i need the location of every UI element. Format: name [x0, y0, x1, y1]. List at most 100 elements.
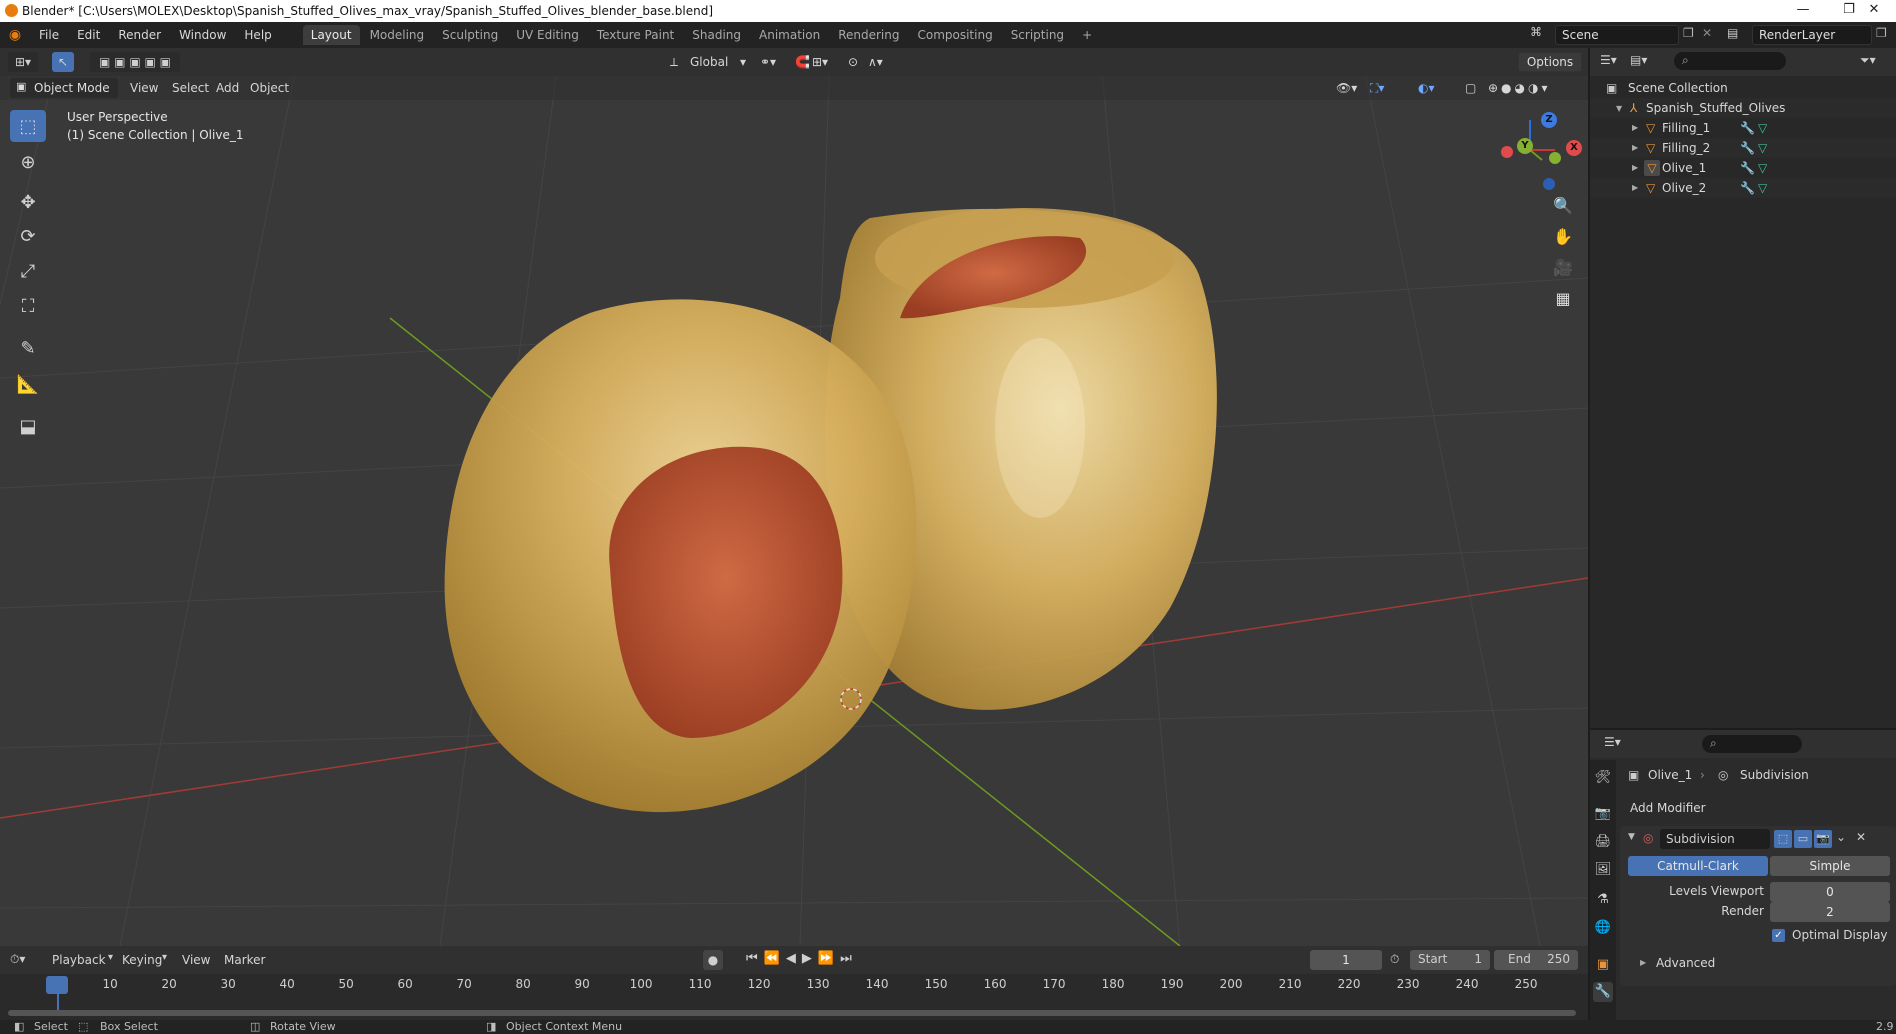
gizmo-neg-z[interactable] — [1543, 178, 1555, 190]
expand-icon[interactable]: ▶ — [1632, 178, 1638, 198]
measure-tool-icon[interactable]: 📐 — [10, 368, 46, 400]
levels-viewport-field[interactable]: 0 — [1770, 882, 1890, 902]
options-dropdown[interactable]: Options — [1518, 52, 1582, 72]
overlay-toggle-icon[interactable]: ◐▾ — [1418, 78, 1435, 98]
rotate-tool-icon[interactable]: ⟳ — [10, 220, 46, 252]
outliner-item-olive-2[interactable]: ▶ ▽ Olive_2 🔧 ▽ — [1590, 178, 1896, 198]
menu-add[interactable]: Add — [216, 78, 239, 98]
viewport-toggle-icon[interactable]: ▭ — [1794, 830, 1812, 848]
menu-select[interactable]: Select — [172, 78, 209, 98]
render-tab-icon[interactable]: 📷 — [1593, 804, 1613, 824]
start-frame-field[interactable]: Start 1 — [1410, 950, 1490, 970]
3d-viewport[interactable] — [0, 48, 1588, 946]
end-frame-field[interactable]: End 250 — [1494, 950, 1578, 970]
tool-tab-icon[interactable]: 🛠 — [1593, 768, 1613, 788]
gizmo-y-axis[interactable]: Y — [1517, 138, 1533, 154]
chevron-down-icon[interactable]: ⌄ — [1836, 830, 1846, 844]
collapse-modifier-icon[interactable]: ▼ — [1628, 832, 1635, 842]
snap-icon[interactable]: 🧲 — [795, 52, 810, 72]
delete-scene-icon[interactable]: ✕ — [1702, 26, 1712, 40]
pan-hand-icon[interactable]: ✋ — [1549, 223, 1577, 251]
properties-editor-icon[interactable]: ☰▾ — [1604, 735, 1621, 749]
render-layer-selector[interactable]: RenderLayer — [1752, 25, 1872, 45]
cursor-tool-icon[interactable]: ⊕ — [10, 146, 46, 178]
view-layer-tab-icon[interactable]: 🖼 — [1593, 860, 1613, 880]
tab-layout[interactable]: Layout — [302, 25, 360, 45]
record-keyframe-icon[interactable]: ● — [703, 950, 723, 970]
expand-icon[interactable]: ▶ — [1632, 118, 1638, 138]
timeline-editor-icon[interactable]: ⏱▾ — [10, 952, 25, 967]
select-mode-icon[interactable]: ↖ — [52, 52, 74, 72]
properties-search-input[interactable] — [1702, 735, 1802, 753]
tab-texture-paint[interactable]: Texture Paint — [589, 25, 682, 45]
outliner-item-filling-2[interactable]: ▶ ▽ Filling_2 🔧 ▽ — [1590, 138, 1896, 158]
mesh-data-icon[interactable]: ▽ — [1758, 158, 1767, 178]
outliner-editor-icon[interactable]: ☰▾ — [1600, 53, 1617, 67]
playhead[interactable] — [46, 976, 68, 994]
gizmo-toggle-icon[interactable]: ⛶▾ — [1370, 78, 1384, 98]
xray-toggle-icon[interactable]: ▢ — [1465, 78, 1476, 98]
transform-orientation-dropdown[interactable]: Global — [690, 52, 728, 72]
collapse-icon[interactable]: ▼ — [1616, 99, 1622, 119]
display-mode-icon[interactable]: ▤▾ — [1630, 53, 1647, 67]
menu-view[interactable]: View — [130, 78, 158, 98]
selection-modes-icon[interactable]: ▣ ▣ ▣ ▣ ▣ — [90, 52, 180, 72]
gizmo-x-axis[interactable]: X — [1566, 140, 1582, 156]
object-tab-icon[interactable]: ▣ — [1593, 955, 1613, 975]
blender-menu-icon[interactable]: ◉ — [0, 27, 30, 43]
new-scene-icon[interactable]: ❐ — [1683, 26, 1694, 40]
current-frame-field[interactable]: 1 — [1310, 950, 1382, 970]
menu-object[interactable]: Object — [250, 78, 289, 98]
optimal-display-checkbox[interactable]: ✓ — [1772, 929, 1785, 942]
scene-tab-icon[interactable]: ⚗ — [1593, 890, 1613, 910]
menu-marker[interactable]: Marker — [224, 950, 265, 970]
output-tab-icon[interactable]: 🖨 — [1593, 832, 1613, 852]
mesh-data-icon[interactable]: ▽ — [1758, 138, 1767, 158]
modifier-wrench-icon[interactable]: 🔧 — [1740, 138, 1755, 158]
menu-help[interactable]: Help — [235, 22, 280, 48]
proportional-edit-icon[interactable]: ⊙ — [848, 52, 858, 72]
menu-render[interactable]: Render — [109, 22, 170, 48]
shading-modes-icon[interactable]: ⊕●◕◑▾ — [1488, 78, 1551, 98]
move-tool-icon[interactable]: ✥ — [10, 186, 46, 218]
menu-window[interactable]: Window — [170, 22, 235, 48]
add-workspace-button[interactable]: + — [1074, 25, 1100, 45]
editmode-toggle-icon[interactable]: ⬚ — [1774, 830, 1792, 848]
outliner-item-olive-1[interactable]: ▶ ▽ Olive_1 🔧 ▽ — [1590, 158, 1896, 178]
render-levels-field[interactable]: 2 — [1770, 902, 1890, 922]
expand-icon[interactable]: ▶ — [1632, 138, 1638, 158]
visibility-icon[interactable]: 👁▾ — [1336, 78, 1357, 98]
select-box-tool-icon[interactable]: ⬚ — [10, 110, 46, 142]
camera-view-icon[interactable]: 🎥 — [1549, 254, 1577, 282]
menu-keying[interactable]: Keying — [122, 950, 162, 970]
gizmo-neg-x[interactable] — [1501, 146, 1513, 158]
modifier-wrench-icon[interactable]: 🔧 — [1740, 158, 1755, 178]
outliner-item-filling-1[interactable]: ▶ ▽ Filling_1 🔧 ▽ — [1590, 118, 1896, 138]
expand-icon[interactable]: ▶ — [1632, 158, 1638, 178]
mesh-data-icon[interactable]: ▽ — [1758, 118, 1767, 138]
menu-edit[interactable]: Edit — [68, 22, 109, 48]
modifier-wrench-icon[interactable]: 🔧 — [1740, 178, 1755, 198]
render-toggle-icon[interactable]: 📷 — [1814, 830, 1832, 848]
scene-selector[interactable]: Scene — [1555, 25, 1679, 45]
falloff-icon[interactable]: ∧▾ — [868, 52, 883, 72]
close-button[interactable]: ✕ — [1852, 0, 1896, 22]
tab-compositing[interactable]: Compositing — [909, 25, 1000, 45]
menu-timeline-view[interactable]: View — [182, 950, 210, 970]
snap-target-icon[interactable]: ⊞▾ — [812, 52, 828, 72]
scale-tool-icon[interactable]: ⤢ — [10, 255, 46, 287]
menu-playback[interactable]: Playback — [52, 950, 106, 970]
catmull-clark-button[interactable]: Catmull-Clark — [1628, 856, 1768, 876]
menu-file[interactable]: File — [30, 22, 68, 48]
add-modifier-button[interactable]: Add Modifier — [1622, 798, 1892, 820]
mesh-data-icon[interactable]: ▽ — [1758, 178, 1767, 198]
gizmo-neg-y[interactable] — [1549, 152, 1561, 164]
modifier-name-input[interactable]: Subdivision — [1660, 829, 1770, 849]
tab-uv-editing[interactable]: UV Editing — [508, 25, 587, 45]
olive-1-mesh[interactable] — [444, 299, 917, 813]
tab-scripting[interactable]: Scripting — [1003, 25, 1072, 45]
modifier-wrench-icon[interactable]: 🔧 — [1740, 118, 1755, 138]
world-tab-icon[interactable]: 🌐 — [1593, 918, 1613, 938]
modifier-tab-icon[interactable]: 🔧 — [1593, 982, 1613, 1002]
tab-rendering[interactable]: Rendering — [830, 25, 907, 45]
